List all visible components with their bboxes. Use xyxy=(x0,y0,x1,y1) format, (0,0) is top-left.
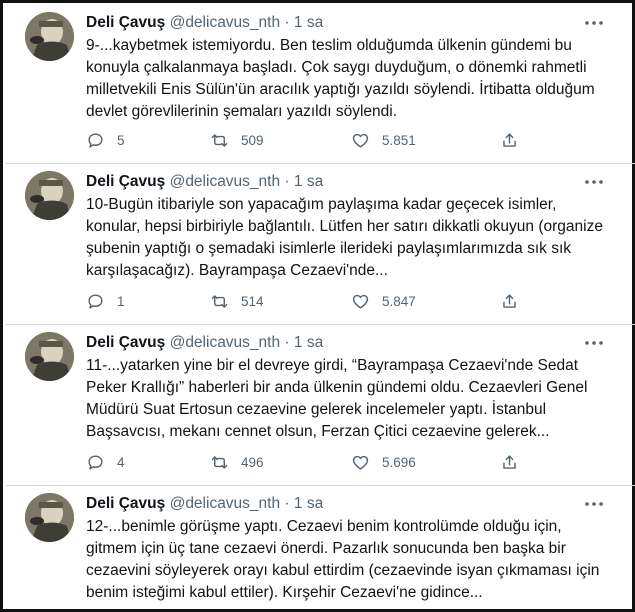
reply-icon xyxy=(88,293,103,309)
tweet[interactable]: Deli Çavuş @delicavus_nth · 1 sa 9-...ka… xyxy=(6,6,635,164)
like-count: 5.847 xyxy=(382,293,416,309)
share-button[interactable] xyxy=(500,452,519,472)
retweet-count: 496 xyxy=(241,454,264,470)
share-icon xyxy=(503,293,516,308)
retweet-button[interactable]: 509 xyxy=(210,130,264,150)
more-icon[interactable] xyxy=(583,175,605,189)
tweet-text-line: Başsavcısı, mekanı cennet olsun, Ferzan … xyxy=(86,423,550,440)
avatar-portrait xyxy=(25,332,74,381)
tweet-text-line: devlet görevlilerinin şemaları yazıldı s… xyxy=(86,103,398,120)
tweet-text-line: milletvekili Enis Sülün'ün aracılık yapt… xyxy=(86,81,595,98)
retweet-count: 514 xyxy=(241,293,264,309)
retweet-icon xyxy=(211,133,228,147)
more-icon[interactable] xyxy=(583,16,605,30)
timestamp[interactable]: 1 sa xyxy=(294,334,323,351)
like-button[interactable]: 5.696 xyxy=(351,452,416,472)
tweet-text-line: benim isteğimi kabul ettiler). Kırşehir … xyxy=(86,584,483,601)
timestamp[interactable]: 1 sa xyxy=(294,173,323,190)
heart-icon xyxy=(352,455,369,470)
tweet-actions: 5 509 5.851 xyxy=(86,130,526,150)
tweet-text-line: Müdürü Suat Ertosun cezaevine gelerek in… xyxy=(86,401,547,418)
tweet-header: Deli Çavuş @delicavus_nth · 1 sa xyxy=(86,13,323,33)
share-icon xyxy=(503,454,516,469)
share-icon xyxy=(503,132,516,147)
tweet[interactable]: Deli Çavuş @delicavus_nth · 1 sa 11-...y… xyxy=(6,326,635,486)
tweet-text: 12-...benimle görüşme yaptı. Cezaevi ben… xyxy=(86,516,606,604)
more-icon[interactable] xyxy=(583,497,605,511)
tweet-thread: Deli Çavuş @delicavus_nth · 1 sa 9-...ka… xyxy=(0,0,635,612)
separator-dot: · xyxy=(284,495,290,512)
reply-count: 4 xyxy=(117,454,125,470)
timestamp[interactable]: 1 sa xyxy=(294,14,323,31)
tweet-actions: 1 514 5.847 xyxy=(86,291,526,311)
like-button[interactable]: 5.851 xyxy=(351,130,416,150)
separator-dot: · xyxy=(284,334,290,351)
separator-dot: · xyxy=(284,14,290,31)
separator-dot: · xyxy=(284,173,290,190)
tweet-text-line: Peker Krallığı” haberleri bir anda ülken… xyxy=(86,379,588,396)
retweet-button[interactable]: 496 xyxy=(210,452,264,472)
author-handle[interactable]: @delicavus_nth xyxy=(170,173,281,190)
tweet-text-line: 9-...kaybetmek istemiyordu. Ben teslim o… xyxy=(86,37,572,54)
author-handle[interactable]: @delicavus_nth xyxy=(170,14,281,31)
more-icon[interactable] xyxy=(583,336,605,350)
avatar[interactable] xyxy=(25,12,74,61)
timestamp[interactable]: 1 sa xyxy=(294,495,323,512)
author-handle[interactable]: @delicavus_nth xyxy=(170,495,281,512)
tweet-text-line: 10-Bugün itibariyle son yapacağım paylaş… xyxy=(86,196,557,213)
retweet-icon xyxy=(211,294,228,308)
reply-icon xyxy=(88,132,103,148)
author-handle[interactable]: @delicavus_nth xyxy=(170,334,281,351)
retweet-button[interactable]: 514 xyxy=(210,291,264,311)
tweet-text: 10-Bugün itibariyle son yapacağım paylaş… xyxy=(86,194,606,282)
avatar-portrait xyxy=(25,12,74,61)
tweet-text-line: 12-...benimle görüşme yaptı. Cezaevi ben… xyxy=(86,518,562,535)
share-button[interactable] xyxy=(500,291,519,311)
tweet-text-line: konular, hepsi birbiriyle bağlantılı. Lü… xyxy=(86,218,603,235)
tweet-header: Deli Çavuş @delicavus_nth · 1 sa xyxy=(86,494,323,514)
avatar[interactable] xyxy=(25,171,74,220)
reply-count: 5 xyxy=(117,132,125,148)
avatar-portrait xyxy=(25,493,74,542)
tweet[interactable]: Deli Çavuş @delicavus_nth · 1 sa 12-...b… xyxy=(6,487,635,609)
avatar-portrait xyxy=(25,171,74,220)
author-name[interactable]: Deli Çavuş xyxy=(86,334,165,351)
retweet-count: 509 xyxy=(241,132,264,148)
avatar[interactable] xyxy=(25,493,74,542)
author-name[interactable]: Deli Çavuş xyxy=(86,173,165,190)
avatar[interactable] xyxy=(25,332,74,381)
reply-button[interactable]: 5 xyxy=(86,130,125,150)
tweet-text-line: konuyla çalkalanmaya başladı. Çok saygı … xyxy=(86,59,587,76)
tweet[interactable]: Deli Çavuş @delicavus_nth · 1 sa 10-Bugü… xyxy=(6,165,635,325)
tweet-text-line: karşılaşacağız). Bayrampaşa Cezaevi'nde.… xyxy=(86,262,388,279)
retweet-icon xyxy=(211,455,228,469)
heart-icon xyxy=(352,133,369,148)
tweet-text-line: 11-...yatarken yine bir el devreye girdi… xyxy=(86,357,579,374)
like-count: 5.696 xyxy=(382,454,416,470)
like-button[interactable]: 5.847 xyxy=(351,291,416,311)
reply-count: 1 xyxy=(117,293,125,309)
reply-icon xyxy=(88,454,103,470)
heart-icon xyxy=(352,294,369,309)
tweet-text-line: gitmem için üç tane cezaevi önerdi. Paza… xyxy=(86,540,566,557)
reply-button[interactable]: 4 xyxy=(86,452,125,472)
like-count: 5.851 xyxy=(382,132,416,148)
tweet-header: Deli Çavuş @delicavus_nth · 1 sa xyxy=(86,333,323,353)
tweet-actions: 4 496 5.696 xyxy=(86,452,526,472)
tweet-text-line: cezaevini söyleyerek orayı kabul ettirdi… xyxy=(86,562,600,579)
author-name[interactable]: Deli Çavuş xyxy=(86,14,165,31)
author-name[interactable]: Deli Çavuş xyxy=(86,495,165,512)
share-button[interactable] xyxy=(500,130,519,150)
tweet-text: 9-...kaybetmek istemiyordu. Ben teslim o… xyxy=(86,35,606,123)
tweet-text-line: şubenin yaptığı o şemadaki isimlerle ile… xyxy=(86,240,571,257)
tweet-text: 11-...yatarken yine bir el devreye girdi… xyxy=(86,355,606,443)
tweet-header: Deli Çavuş @delicavus_nth · 1 sa xyxy=(86,172,323,192)
reply-button[interactable]: 1 xyxy=(86,291,125,311)
